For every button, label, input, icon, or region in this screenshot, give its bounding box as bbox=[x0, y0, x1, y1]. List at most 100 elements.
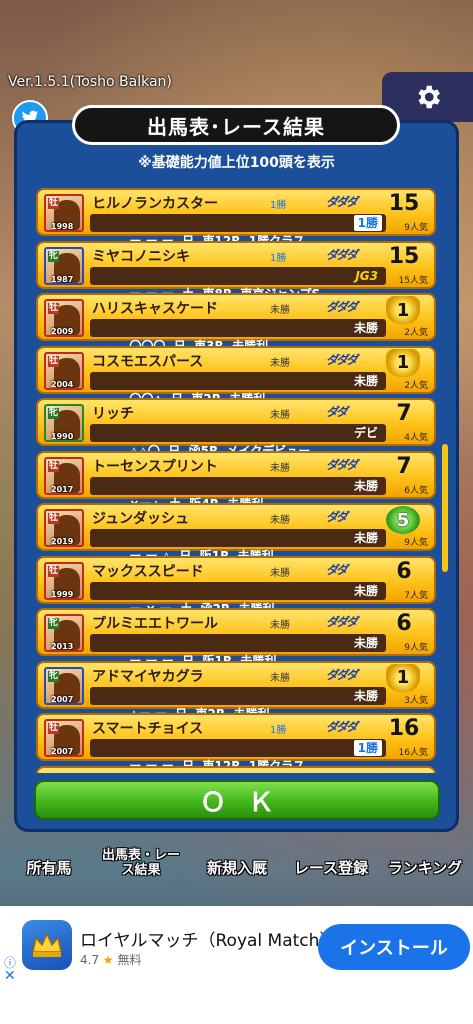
win-class: 未勝 bbox=[270, 410, 290, 421]
race-class-badge: 未勝 bbox=[353, 531, 378, 545]
horse-row[interactable]: 牡 2017 トーセンスプリント 未勝 ダダダ ×ー△ 土 阪4R 未勝利 未勝… bbox=[36, 450, 436, 511]
race-info-bar: 〇〇〇 日 東3R 未勝利 未勝 bbox=[90, 319, 386, 353]
tab-race-card-results[interactable]: 出馬表・レース結果 bbox=[96, 830, 186, 882]
horse-row[interactable]: 牡 1999 マックススピード 未勝 ダダ ー × ー 土 函2R 未勝利 未勝… bbox=[36, 555, 436, 616]
sex-badge: 牡 bbox=[48, 198, 60, 209]
finish-rank: 6 bbox=[396, 611, 412, 636]
horse-name: マックススピード bbox=[92, 563, 204, 580]
ad-title: ロイヤルマッチ（Royal Match） bbox=[80, 931, 337, 951]
version-label: Ver.1.5.1(Tosho Balkan) bbox=[8, 74, 172, 90]
horse-row[interactable]: 牝 1987 ミヤコノニシキ 1勝 ダダダ ー ー ー 土 東8R 東京ジャンプ… bbox=[36, 240, 436, 301]
race-info-bar: △△〇 日 函5R メイクデビュー デビ bbox=[90, 424, 386, 458]
horse-row[interactable]: 牝 2013 プルミエエトワール 未勝 ダダダ ー ー ー 日 阪1R 未勝利 … bbox=[36, 608, 436, 668]
sex-badge: 牝 bbox=[48, 408, 60, 419]
track-marks: ダダダ bbox=[326, 667, 358, 682]
install-button[interactable]: インストール bbox=[318, 924, 470, 970]
horse-portrait: 牡 2017 bbox=[44, 456, 84, 495]
trophy-icon: 1 bbox=[386, 663, 420, 692]
horse-row[interactable]: 牡 2009 ハリスキャスケード 未勝 ダダダ 〇〇〇 日 東3R 未勝利 未勝… bbox=[36, 293, 436, 353]
sex-badge: 牡 bbox=[48, 723, 60, 734]
horse-row[interactable]: 牡 2007 スマートチョイス 1勝 ダダダ ー ー ー 日 東12R 1勝クラ… bbox=[36, 713, 436, 773]
horse-name: ハリスキャスケード bbox=[92, 301, 218, 317]
horse-portrait: 牝 1987 bbox=[44, 246, 84, 285]
track-marks: ダダダ bbox=[326, 457, 358, 472]
horse-portrait: 牝 2013 bbox=[44, 614, 84, 652]
race-info-bar: ×ー△ 土 阪4R 未勝利 未勝 bbox=[90, 476, 386, 511]
sex-badge: 牡 bbox=[48, 513, 60, 524]
sex-badge: 牝 bbox=[48, 618, 60, 629]
win-class: 未勝 bbox=[270, 620, 290, 631]
horse-row-partial[interactable] bbox=[36, 765, 436, 773]
finish-rank: 7 bbox=[396, 401, 412, 426]
birth-year: 2007 bbox=[51, 747, 74, 756]
tab-ranking[interactable]: ランキング bbox=[380, 830, 470, 882]
birth-year: 1998 bbox=[51, 222, 74, 231]
ad-price: 無料 bbox=[117, 953, 142, 967]
race-info-bar: ー ー ー 日 東12R 1勝クラス 1勝 bbox=[90, 214, 386, 248]
trophy-icon: 1 bbox=[386, 296, 420, 324]
track-marks: ダダ bbox=[326, 562, 348, 577]
win-class: 未勝 bbox=[270, 462, 290, 474]
track-marks: ダダダ bbox=[326, 247, 358, 262]
close-icon[interactable]: ✕ bbox=[4, 968, 16, 984]
tab-race-registration[interactable]: レース登録 bbox=[286, 830, 376, 882]
horse-portrait: 牡 2019 bbox=[44, 509, 84, 547]
race-info-bar: △ー ー 日 東2R 未勝利 未勝 bbox=[90, 686, 386, 721]
birth-year: 2013 bbox=[51, 642, 74, 651]
horse-portrait: 牡 1998 bbox=[44, 194, 84, 232]
popularity: 15人気 bbox=[398, 275, 428, 286]
horse-row[interactable]: 牡 1998 ヒルノランカスター 1勝 ダダダ ー ー ー 日 東12R 1勝ク… bbox=[36, 188, 436, 248]
horse-portrait: 牝 1990 bbox=[44, 404, 84, 442]
popularity: 2人気 bbox=[404, 380, 428, 391]
horse-row[interactable]: 牝 2007 アドマイヤカグラ 未勝 ダダダ △ー ー 日 東2R 未勝利 未勝… bbox=[36, 660, 436, 721]
win-class: 1勝 bbox=[270, 252, 287, 264]
horse-portrait: 牡 2004 bbox=[44, 351, 84, 390]
popularity: 7人気 bbox=[404, 590, 428, 601]
horse-portrait: 牝 2007 bbox=[44, 666, 84, 705]
horse-name: ヒルノランカスター bbox=[92, 196, 218, 212]
race-class-badge: 1勝 bbox=[353, 740, 382, 756]
horse-row[interactable]: 牝 1990 リッチ 未勝 ダダ △△〇 日 函5R メイクデビュー デビ 7 … bbox=[36, 398, 436, 458]
popularity: 9人気 bbox=[404, 538, 428, 548]
finish-rank: 6 bbox=[396, 558, 412, 584]
finish-rank: 1 bbox=[396, 299, 410, 321]
ad-banner[interactable]: ⓘ ✕ ロイヤルマッチ（Royal Match） 4.7 ★ 無料 インストール bbox=[0, 906, 473, 988]
finish-rank: 15 bbox=[388, 191, 420, 216]
sex-badge: 牡 bbox=[48, 303, 60, 314]
dialog-title: 出馬表･レース結果 bbox=[72, 105, 400, 145]
finish-rank: 5 bbox=[396, 509, 410, 531]
birth-year: 1999 bbox=[51, 589, 74, 599]
horse-portrait: 牡 2009 bbox=[44, 299, 84, 337]
horse-row[interactable]: 牡 2019 ジュンダッシュ 未勝 ダダ ー ー △ 日 阪1R 未勝利 未勝 … bbox=[36, 503, 436, 563]
horse-name: コスモエスパース bbox=[92, 353, 204, 370]
popularity: 9人気 bbox=[404, 643, 428, 653]
win-class: 未勝 bbox=[270, 305, 290, 316]
horse-list[interactable]: 牡 1998 ヒルノランカスター 1勝 ダダダ ー ー ー 日 東12R 1勝ク… bbox=[36, 185, 440, 773]
race-info-bar: ー ー △ 日 阪1R 未勝利 未勝 bbox=[90, 529, 386, 563]
list-scrollbar[interactable] bbox=[442, 444, 448, 572]
birth-year: 2004 bbox=[51, 379, 74, 389]
tab-new-horses[interactable]: 新規入厩 bbox=[192, 830, 282, 882]
sex-badge: 牡 bbox=[48, 460, 60, 472]
race-info-bar: 〇〇▲ 日 東2R 未勝利 未勝 bbox=[90, 371, 386, 406]
track-marks: ダダダ bbox=[326, 720, 358, 734]
track-marks: ダダダ bbox=[326, 300, 358, 314]
popularity: 3人気 bbox=[404, 695, 428, 706]
finish-rank: 16 bbox=[388, 716, 420, 741]
popularity: 4人気 bbox=[404, 433, 428, 443]
ok-button[interactable]: ＯＫ bbox=[34, 780, 440, 820]
win-class: 1勝 bbox=[270, 725, 287, 736]
race-info-bar: ー ー ー 日 東12R 1勝クラス 1勝 bbox=[90, 739, 386, 773]
bottom-tab-bar: 所有馬 出馬表・レース結果 新規入厩 レース登録 ランキング bbox=[0, 830, 473, 885]
horse-name: ミヤコノニシキ bbox=[92, 248, 190, 265]
sex-badge: 牡 bbox=[48, 355, 60, 367]
horse-row[interactable]: 牡 2004 コスモエスパース 未勝 ダダダ 〇〇▲ 日 東2R 未勝利 未勝 … bbox=[36, 345, 436, 406]
track-marks: ダダダ bbox=[326, 352, 358, 367]
bottom-safe-area bbox=[0, 988, 473, 1024]
crown-icon bbox=[32, 932, 62, 957]
race-info-bar: ー ー ー 土 東8R 東京ジャンプS JG3 bbox=[90, 266, 386, 301]
gear-icon bbox=[418, 85, 440, 109]
win-class: 未勝 bbox=[270, 515, 290, 526]
race-class-badge: デビ bbox=[353, 426, 378, 440]
tab-owned-horses[interactable]: 所有馬 bbox=[4, 830, 94, 882]
